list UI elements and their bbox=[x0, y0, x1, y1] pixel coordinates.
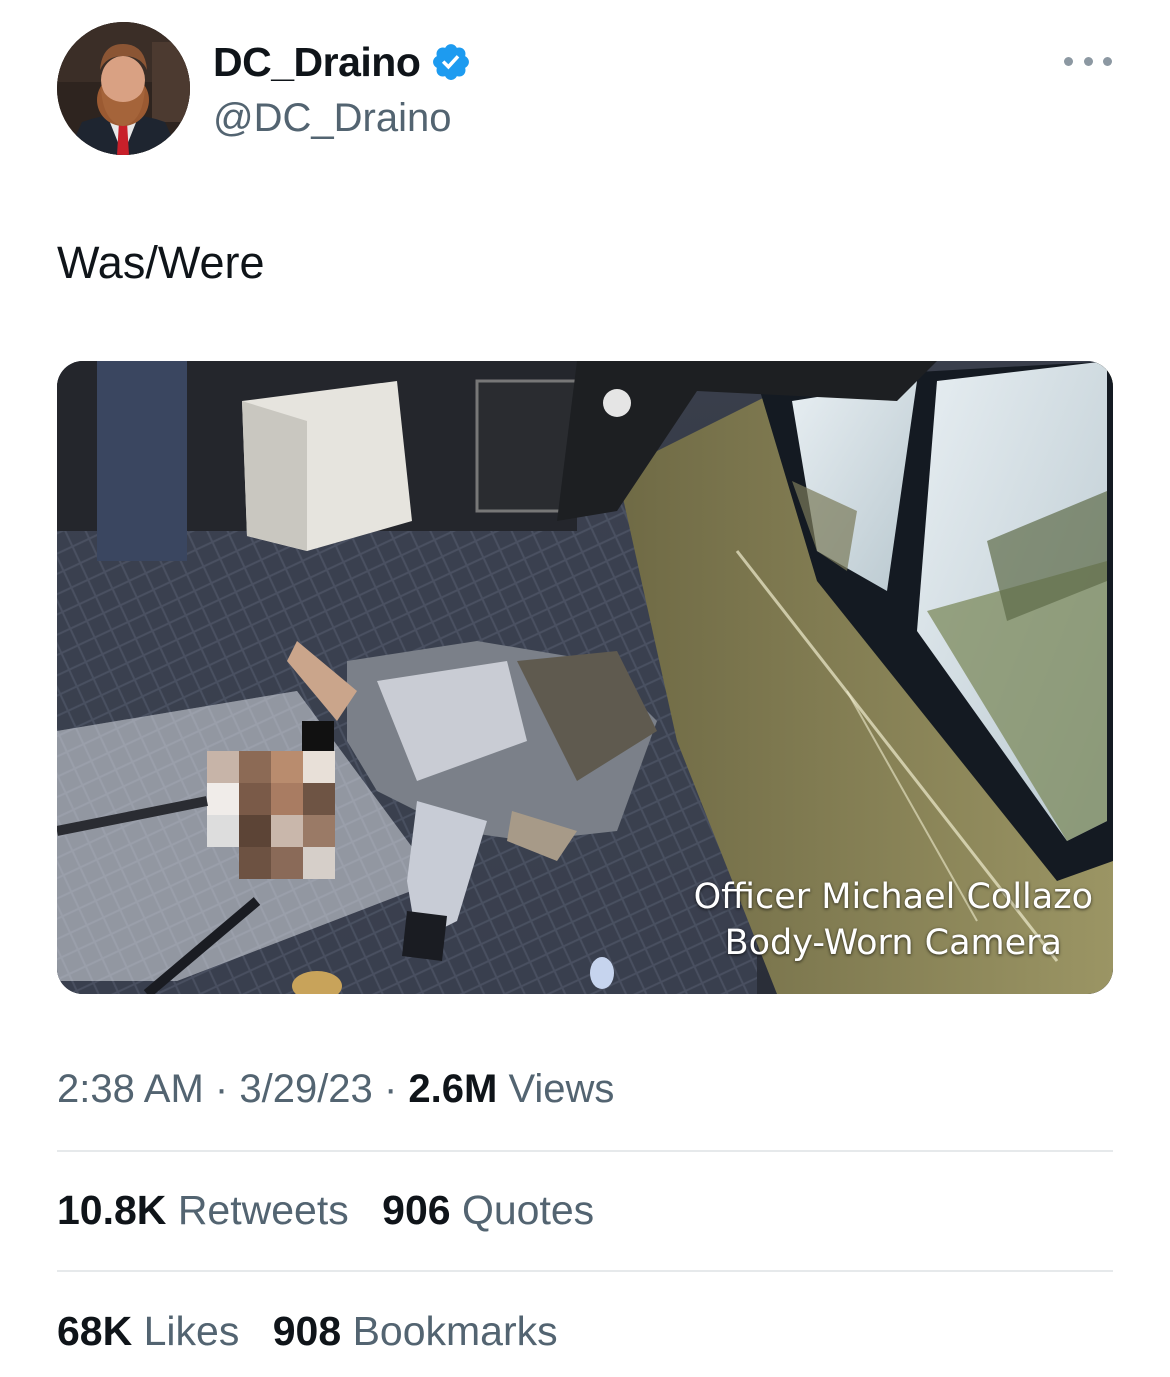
stats-row-shares: 10.8K Retweets 906 Quotes bbox=[57, 1185, 616, 1235]
bookmarks-stat[interactable]: 908 Bookmarks bbox=[273, 1306, 558, 1356]
tweet-meta: 2:38 AM · 3/29/23 · 2.6M Views bbox=[57, 1064, 614, 1114]
video-caption: Officer Michael Collazo Body-Worn Camera bbox=[694, 874, 1093, 966]
retweets-count: 10.8K bbox=[57, 1187, 167, 1233]
author-display-name[interactable]: DC_Draino bbox=[213, 38, 421, 86]
author-handle[interactable]: @DC_Draino bbox=[213, 94, 451, 142]
likes-count: 68K bbox=[57, 1308, 133, 1354]
retweets-stat[interactable]: 10.8K Retweets bbox=[57, 1185, 349, 1235]
views-count: 2.6M bbox=[408, 1067, 498, 1111]
quotes-count: 906 bbox=[382, 1187, 451, 1233]
divider bbox=[57, 1270, 1113, 1272]
tweet-time[interactable]: 2:38 AM bbox=[57, 1067, 204, 1111]
meta-separator: · bbox=[383, 1067, 398, 1111]
bookmarks-label: Bookmarks bbox=[352, 1308, 558, 1354]
bookmarks-count: 908 bbox=[272, 1308, 342, 1354]
more-options-icon[interactable] bbox=[1064, 52, 1112, 70]
author-display-name-row[interactable]: DC_Draino bbox=[213, 38, 472, 86]
likes-label: Likes bbox=[143, 1308, 240, 1354]
divider bbox=[57, 1150, 1113, 1152]
retweets-label: Retweets bbox=[177, 1187, 349, 1233]
tweet-date[interactable]: 3/29/23 bbox=[239, 1067, 372, 1111]
stats-row-likes: 68K Likes 908 Bookmarks bbox=[57, 1306, 580, 1356]
verified-badge-icon bbox=[430, 41, 472, 83]
video-caption-line1: Officer Michael Collazo bbox=[693, 877, 1093, 917]
quotes-label: Quotes bbox=[461, 1187, 595, 1233]
views-label: Views bbox=[508, 1067, 615, 1111]
avatar-image bbox=[57, 22, 190, 155]
likes-stat[interactable]: 68K Likes bbox=[57, 1306, 239, 1356]
tweet-text: Was/Were bbox=[57, 237, 265, 288]
quotes-stat[interactable]: 906 Quotes bbox=[382, 1185, 594, 1235]
meta-separator: · bbox=[214, 1067, 229, 1111]
video-caption-line2: Body-Worn Camera bbox=[724, 923, 1062, 963]
avatar[interactable] bbox=[57, 22, 190, 155]
tweet-media[interactable]: Officer Michael Collazo Body-Worn Camera bbox=[57, 361, 1113, 994]
